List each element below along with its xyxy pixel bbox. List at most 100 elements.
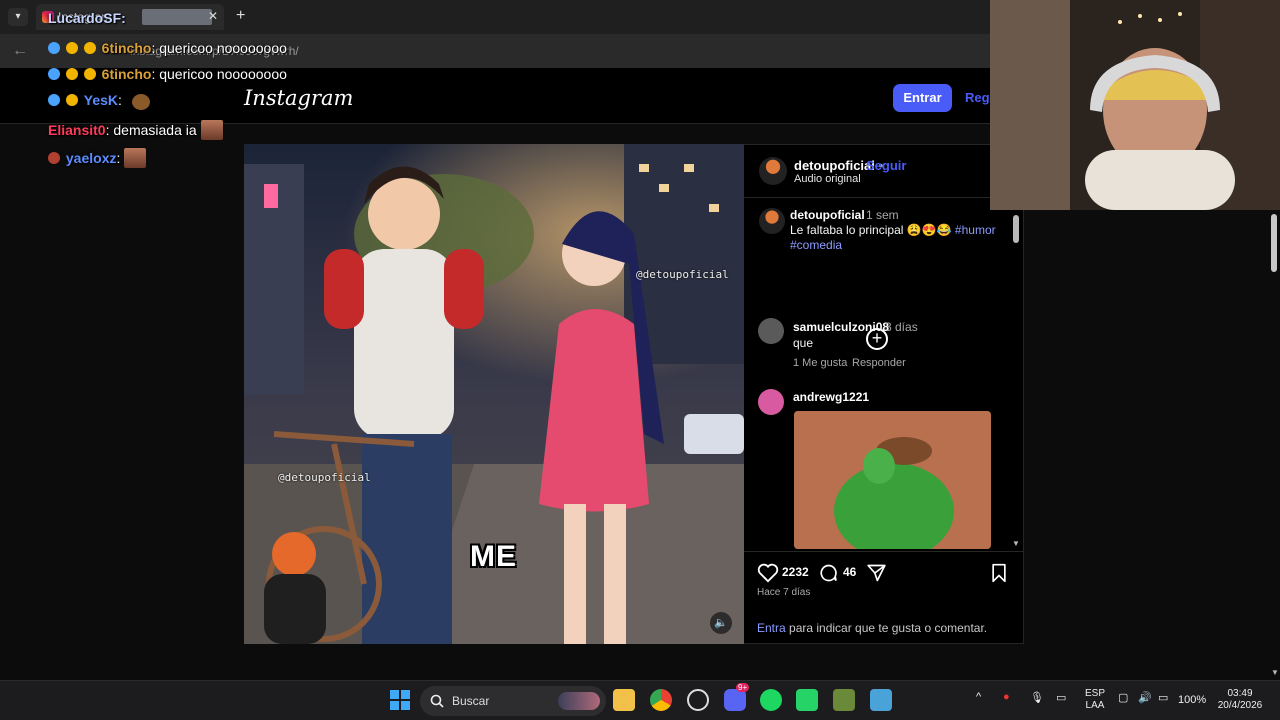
sub-badge-icon [65, 42, 78, 54]
comments-scrollbar[interactable]: ▼ [1012, 211, 1020, 549]
search-highlight-image [558, 692, 600, 710]
login-link[interactable]: Entra [757, 621, 786, 635]
kick-icon[interactable] [796, 689, 818, 711]
login-prompt: Entra para indicar que te gusta o coment… [757, 621, 988, 635]
watermark: @detoupoficial [636, 268, 729, 281]
bookmark-icon[interactable] [990, 563, 1008, 583]
caption-text: Le faltaba lo principal 😩😍😂 #humor #come… [790, 223, 996, 252]
chat-username: YesK [83, 92, 119, 108]
new-tab-button[interactable]: + [236, 7, 245, 25]
language-indicator[interactable]: ESP LAA [1082, 688, 1108, 712]
chat-emote-icon [131, 94, 150, 110]
chat-emote-icon [200, 120, 223, 140]
audio-label[interactable]: Audio original [794, 173, 861, 185]
file-explorer-icon[interactable] [613, 689, 635, 711]
sword-badge-icon [48, 68, 60, 80]
reply-button[interactable]: Responder [852, 357, 906, 369]
like-count: 2232 [782, 565, 809, 579]
chat-message: demasiada ia [113, 122, 197, 138]
caption-username[interactable]: detoupoficial [790, 208, 865, 222]
app-icon[interactable] [833, 689, 855, 711]
sword-badge-icon [48, 94, 60, 106]
battery-icon[interactable]: ▭ [1158, 691, 1168, 704]
author-avatar[interactable] [759, 157, 787, 185]
chat-line: YesK: [48, 92, 150, 110]
follow-button[interactable]: Seguir [866, 158, 906, 173]
emoji-badge-icon [83, 42, 96, 54]
comment-text: que [793, 336, 814, 350]
windows-taskbar: Buscar 9+ ^ ● 🎙 ▭ ESP LAA ▢ 🔊 ▭ 100% 03:… [0, 680, 1280, 720]
search-icon [430, 694, 444, 708]
watermark: @detoupoficial [278, 471, 371, 484]
chat-message: quericoo noooooooo [159, 40, 287, 56]
page-scrollbar-thumb[interactable] [1271, 214, 1277, 272]
webcam-feed [990, 0, 1280, 210]
windows-start-icon[interactable] [389, 689, 411, 711]
chat-username: yaeloxz [65, 150, 117, 166]
webcam-overlay [990, 0, 1280, 210]
chat-line: 6tincho: quericoo noooooooo [48, 40, 287, 56]
app-tray-icon[interactable]: ● [1003, 691, 1010, 703]
comment-likes[interactable]: 1 Me gusta [793, 357, 847, 369]
taskbar-search[interactable]: Buscar [420, 686, 606, 716]
chat-line: LucardoSF: [48, 10, 126, 26]
user-badge-icon [48, 152, 60, 164]
chat-username: Eliansit0 [48, 122, 106, 138]
comment-count: 46 [843, 565, 857, 579]
chrome-icon[interactable] [650, 689, 672, 711]
chat-username: 6tincho [101, 40, 152, 56]
instagram-logo[interactable]: Instagram [244, 86, 353, 110]
sub-badge-icon [65, 68, 78, 80]
author-avatar[interactable] [759, 208, 785, 234]
volume-icon[interactable]: 🔊 [1138, 691, 1152, 704]
tab-search-menu-button[interactable]: ▾ [8, 8, 28, 26]
commenter-avatar[interactable] [758, 389, 784, 415]
audio-toggle-button[interactable]: 🔈 [710, 612, 732, 634]
video-caption-text: ME [470, 540, 517, 573]
chat-line: 6tincho: quericoo noooooooo [48, 66, 287, 82]
tab-preview-thumbnail [142, 9, 212, 25]
heart-icon[interactable] [757, 563, 779, 583]
commenter-avatar[interactable] [758, 318, 784, 344]
sword-badge-icon [48, 42, 60, 54]
chat-username: 6tincho [101, 66, 152, 82]
share-icon[interactable] [866, 563, 887, 583]
chat-line: Eliansit0: demasiada ia [48, 120, 223, 140]
emoji-badge-icon [65, 94, 78, 106]
divider [744, 551, 1024, 552]
register-link[interactable]: Regi [965, 90, 993, 105]
scrollbar-thumb[interactable] [1013, 215, 1019, 243]
chat-line: yaeloxz: [48, 148, 147, 168]
comment-icon[interactable] [818, 563, 839, 583]
screen: ▾ Instagram ✕ + ← instagram.com/p/DXcecv… [0, 0, 1280, 720]
scroll-down-arrow-icon[interactable]: ▼ [1271, 668, 1279, 677]
display-icon[interactable]: ▭ [1056, 691, 1066, 704]
discord-icon[interactable]: 9+ [724, 683, 750, 711]
hashtag-link[interactable]: #comedia [790, 238, 842, 252]
network-icon[interactable]: ▢ [1118, 691, 1128, 704]
comments-scroll-area[interactable]: detoupoficial 1 sem Le faltaba lo princi… [744, 198, 1024, 550]
comment-gif-image[interactable] [794, 411, 991, 549]
notepad-icon[interactable] [870, 689, 892, 711]
login-button[interactable]: Entrar [893, 84, 952, 112]
microphone-icon[interactable]: 🎙 [1030, 691, 1044, 704]
chat-username: LucardoSF: [48, 10, 126, 26]
close-tab-icon[interactable]: ✕ [208, 9, 218, 23]
notification-badge: 9+ [736, 683, 750, 692]
back-arrow-icon[interactable]: ← [12, 42, 28, 60]
scroll-down-arrow-icon[interactable]: ▼ [1012, 539, 1020, 548]
emoji-badge-icon [83, 68, 96, 80]
battery-percent: 100% [1178, 694, 1207, 706]
hashtag-link[interactable]: #humor [955, 223, 996, 237]
caption-time: 1 sem [866, 208, 899, 222]
spotify-icon[interactable] [760, 689, 782, 711]
post-media[interactable]: @detoupoficial @detoupoficial ME 🔈 [244, 144, 744, 644]
search-placeholder: Buscar [452, 694, 490, 708]
obs-icon[interactable] [687, 689, 709, 711]
comment-username[interactable]: samuelculzoni08 [793, 320, 889, 334]
chevron-up-icon[interactable]: ^ [976, 691, 981, 703]
clock[interactable]: 03:49 20/4/2026 [1212, 688, 1268, 712]
chat-message: quericoo noooooooo [159, 66, 287, 82]
comment-username[interactable]: andrewg1221 [793, 390, 869, 404]
page-scrollbar[interactable]: ▼ [1268, 210, 1280, 680]
